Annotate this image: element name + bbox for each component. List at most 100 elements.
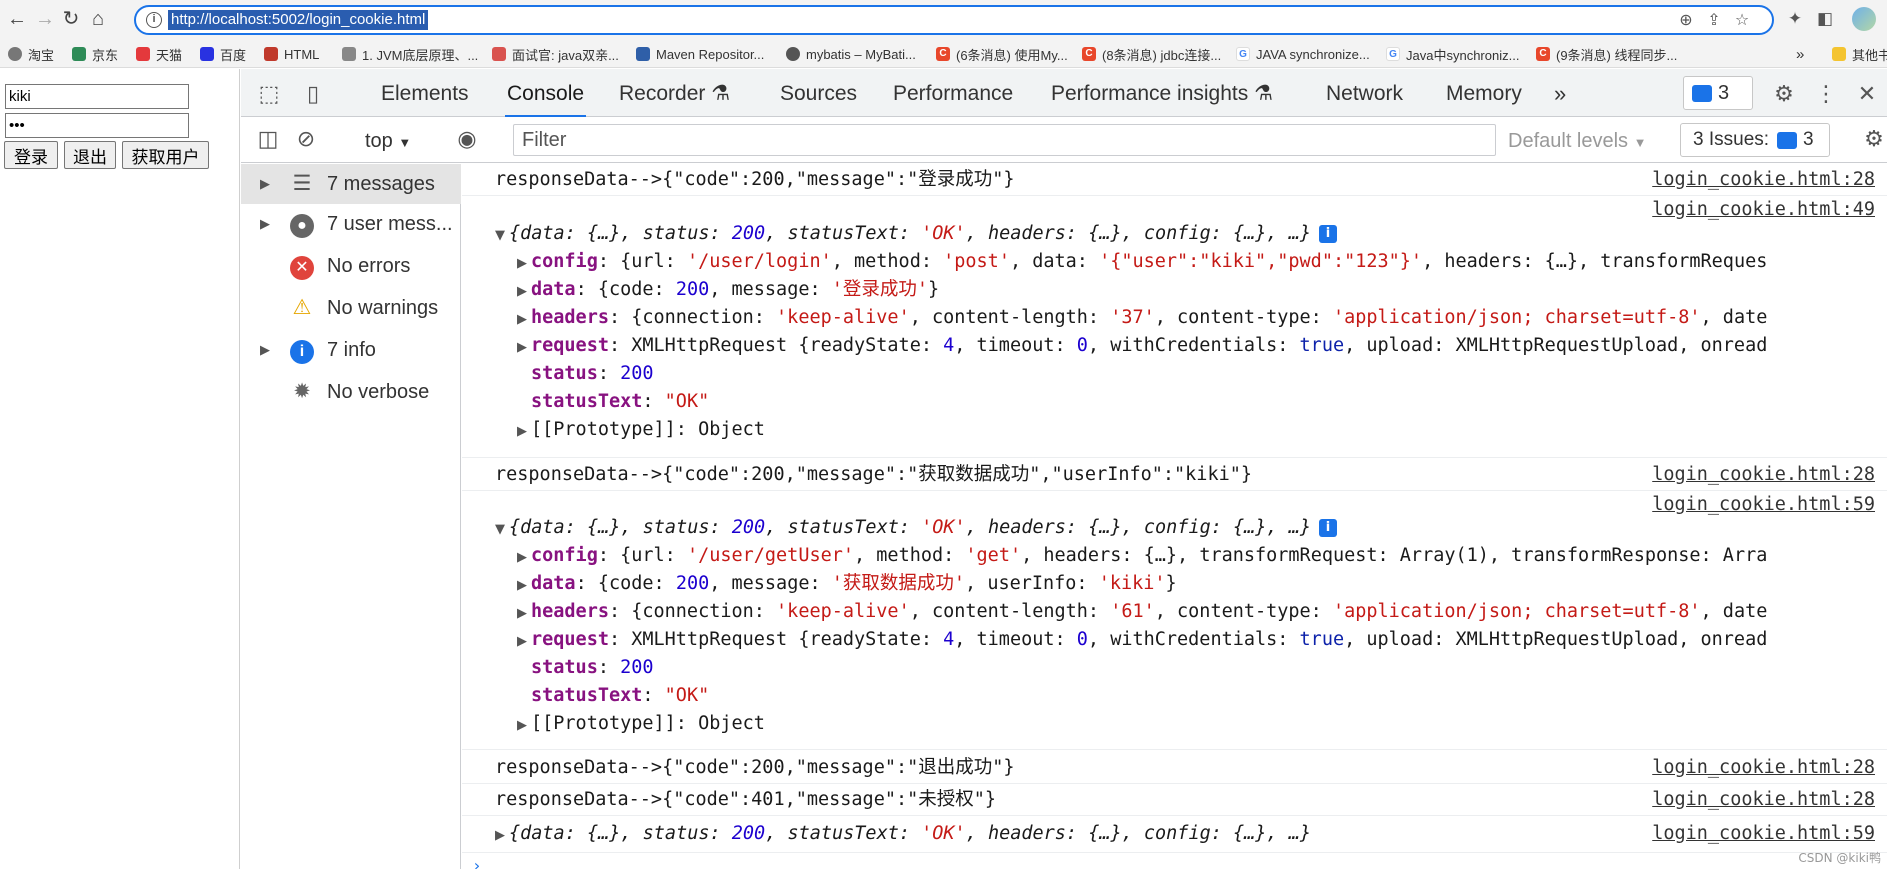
bookmark-item[interactable]: 百度 [200,44,246,64]
console-settings-icon[interactable]: ⚙ [1861,126,1887,152]
clear-console-icon[interactable]: ⊘ [293,126,319,152]
issues-counter[interactable]: 3 [1683,76,1753,110]
source-link[interactable]: login_cookie.html:59 [1652,822,1875,846]
home-icon[interactable]: ⌂ [87,8,109,30]
object-property[interactable]: ▶ config: {url: '/user/login', method: 'p… [517,250,1767,274]
object-summary[interactable]: ▶ {data: {…}, status: 200, statusText: 'O… [495,822,1311,846]
info-icon[interactable]: i [1318,225,1337,243]
bookmark-item[interactable]: G Java中synchroniz... [1386,44,1519,64]
console-prompt-icon[interactable]: › [472,854,482,869]
bookmark-item[interactable]: mybatis – MyBati... [786,44,916,64]
tmall-icon [136,47,150,61]
forward-icon[interactable]: → [34,8,56,30]
source-link[interactable]: login_cookie.html:28 [1652,756,1875,780]
bookmark-item[interactable]: 面试官: java双亲... [492,44,619,64]
expand-arrow-icon[interactable]: ▶ [253,342,277,358]
source-link[interactable]: login_cookie.html:59 [1652,493,1875,517]
password-input[interactable] [5,113,189,138]
bookmark-star-icon[interactable]: ☆ [1732,11,1752,31]
kebab-menu-icon[interactable]: ⋮ [1813,81,1839,107]
object-property[interactable]: ▶ data: {code: 200, message: '获取数据成功', us… [517,572,1177,596]
object-summary[interactable]: ▼ {data: {…}, status: 200, statusText: 'O… [495,222,1337,246]
tab-console[interactable]: Console [505,69,587,117]
source-link[interactable]: login_cookie.html:28 [1652,788,1875,812]
logout-button[interactable]: 退出 [64,141,116,169]
object-property[interactable]: ▶ config: {url: '/user/getUser', method: … [517,544,1767,568]
issues-button[interactable]: 3 Issues: 3 [1680,123,1830,157]
log-levels-dropdown[interactable]: Default levels ▼ [1508,126,1647,158]
tab-performance[interactable]: Performance [893,69,1013,117]
console-log-text: responseData-->{"code":200,"message":"获取… [495,464,1253,485]
expand-arrow-icon[interactable]: ▶ [253,176,277,192]
username-input[interactable] [5,84,189,109]
other-bookmarks[interactable]: 其他书 [1832,44,1887,64]
bookmark-item[interactable]: C (6条消息) 使用My... [936,44,1068,64]
login-button[interactable]: 登录 [4,141,58,169]
expand-arrow-icon: ▶ [517,424,527,439]
sidebar-toggle-icon[interactable]: ◫ [255,126,281,152]
console-message: responseData-->{"code":200,"message":"登录… [462,164,1887,196]
live-expression-eye-icon[interactable]: ◉ [454,126,480,152]
sidebar-item-verbose[interactable]: ✹ No verbose [241,372,461,412]
bookmark-item[interactable]: 京东 [72,44,118,64]
object-property[interactable]: ▶ [[Prototype]]: Object [517,418,765,442]
zoom-icon[interactable]: ⊕ [1676,11,1696,31]
folder-icon [1832,47,1846,61]
message-icon [1777,131,1798,149]
bug-icon: ✹ [293,380,311,403]
bookmark-item[interactable]: HTML [264,44,319,64]
object-property[interactable]: ▶ data: {code: 200, message: '登录成功'} [517,278,939,302]
expand-arrow-icon[interactable]: ▶ [253,216,277,232]
console-message: ▶ {data: {…}, status: 200, statusText: 'O… [462,817,1887,853]
extensions-icon[interactable]: ✦ [1784,8,1806,30]
close-devtools-icon[interactable]: ✕ [1854,81,1880,107]
object-property[interactable]: ▶ [[Prototype]]: Object [517,712,765,736]
back-icon[interactable]: ← [6,8,28,30]
sidebar-item-info[interactable]: ▶ i 7 info [241,330,461,370]
tab-network[interactable]: Network [1326,69,1403,117]
bookmark-item[interactable]: 天猫 [136,44,182,64]
site-info-icon[interactable]: i [146,12,162,28]
tab-performance-insights[interactable]: Performance insights ⚗ [1051,69,1273,117]
settings-gear-icon[interactable]: ⚙ [1771,81,1797,107]
reload-icon[interactable]: ↻ [60,8,82,30]
bookmarks-overflow-button[interactable]: » [1796,44,1804,64]
source-link[interactable]: login_cookie.html:49 [1652,198,1875,222]
side-panel-icon[interactable]: ◧ [1814,8,1836,30]
object-property[interactable]: ▶ request: XMLHttpRequest {readyState: 4,… [517,334,1767,358]
share-icon[interactable]: ⇪ [1704,11,1724,31]
info-icon[interactable]: i [1318,519,1337,537]
browser-toolbar: ← → ↻ ⌂ i http://localhost:5002/login_co… [0,0,1887,40]
sidebar-item-messages[interactable]: ▶ ☰ 7 messages [241,164,461,204]
object-summary[interactable]: ▼ {data: {…}, status: 200, statusText: 'O… [495,516,1337,540]
bookmark-item[interactable]: C (8条消息) jdbc连接... [1082,44,1221,64]
source-link[interactable]: login_cookie.html:28 [1652,463,1875,487]
tab-sources[interactable]: Sources [780,69,857,117]
tab-memory[interactable]: Memory [1446,69,1522,117]
bookmark-item[interactable]: G JAVA synchronize... [1236,44,1370,64]
page-icon [492,47,506,61]
tab-recorder[interactable]: Recorder ⚗ [619,69,730,117]
filter-input[interactable]: Filter [513,124,1496,156]
sidebar-item-warnings[interactable]: ⚠ No warnings [241,288,461,328]
address-bar[interactable]: i http://localhost:5002/login_cookie.htm… [134,5,1774,35]
context-selector[interactable]: top ▼ [365,126,411,158]
sidebar-item-user-messages[interactable]: ▶ ● 7 user mess... [241,204,461,244]
object-property[interactable]: ▶ headers: {connection: 'keep-alive', con… [517,600,1767,624]
bookmark-item[interactable]: C (9条消息) 线程同步... [1536,44,1677,64]
tab-elements[interactable]: Elements [381,69,469,117]
object-property[interactable]: ▶ request: XMLHttpRequest {readyState: 4,… [517,628,1767,652]
sidebar-item-errors[interactable]: ✕ No errors [241,246,461,286]
object-property[interactable]: ▶ headers: {connection: 'keep-alive', con… [517,306,1767,330]
bookmark-item[interactable]: 1. JVM底层原理、... [342,44,478,64]
source-link[interactable]: login_cookie.html:28 [1652,168,1875,192]
url-text[interactable]: http://localhost:5002/login_cookie.html [168,10,429,30]
get-user-button[interactable]: 获取用户 [122,141,209,169]
bookmark-item[interactable]: 淘宝 [8,44,54,64]
more-tabs-button[interactable]: » [1554,69,1566,117]
inspect-element-icon[interactable]: ⬚ [256,81,282,107]
profile-avatar[interactable] [1852,7,1876,31]
console-log-text: responseData-->{"code":401,"message":"未授… [495,789,997,810]
device-toolbar-icon[interactable]: ▯ [300,81,326,107]
bookmark-item[interactable]: Maven Repositor... [636,44,764,64]
